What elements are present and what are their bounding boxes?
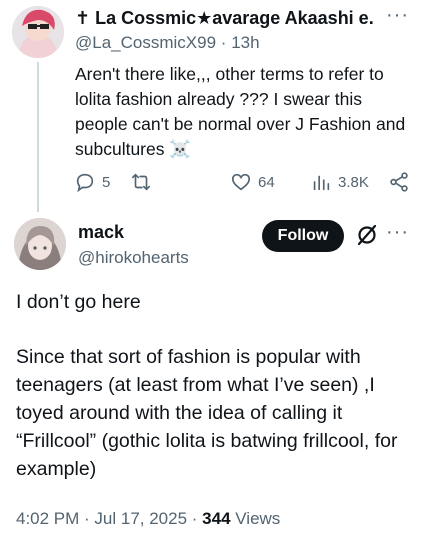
follow-button[interactable]: Follow (262, 220, 344, 252)
parent-display-name[interactable]: ✝ La Cossmic★avarage Akaashi e... (75, 8, 375, 29)
retweet-icon (131, 173, 151, 191)
parent-actions: 5 64 3.8K (74, 170, 414, 194)
retweet-button[interactable] (130, 170, 158, 194)
main-more-icon[interactable]: ··· (386, 221, 409, 244)
parent-more-icon[interactable]: ··· (386, 4, 409, 27)
meta-separator: · (220, 33, 227, 52)
like-count: 64 (258, 173, 275, 191)
parent-tweet[interactable]: ✝ La Cossmic★avarage Akaashi e... ··· @L… (0, 0, 425, 212)
like-icon (231, 173, 251, 191)
views-number: 344 (202, 509, 231, 528)
parent-handle[interactable]: @La_CossmicX99 (75, 33, 216, 52)
parent-meta: @La_CossmicX99 · 13h (75, 33, 260, 53)
thread-line (37, 62, 39, 212)
views-icon (313, 175, 330, 191)
main-display-name[interactable]: mack (78, 222, 124, 243)
reply-button[interactable]: 5 (74, 170, 110, 194)
share-button[interactable] (388, 170, 410, 194)
main-tweet-paragraph-1: I don’t go here (16, 291, 141, 313)
main-tweet-paragraph-2: Since that sort of fashion is popular wi… (16, 346, 398, 480)
views-count: 3.8K (338, 173, 369, 191)
views-button[interactable]: 3.8K (310, 170, 369, 194)
views-label: Views (230, 509, 281, 528)
tweet-timestamp[interactable]: 4:02 PM · Jul 17, 2025 · (16, 509, 202, 528)
main-avatar[interactable] (14, 218, 66, 270)
tweet-page: ✝ La Cossmic★avarage Akaashi e... ··· @L… (0, 0, 425, 548)
parent-time[interactable]: 13h (231, 33, 259, 52)
tweet-footer: 4:02 PM · Jul 17, 2025 · 344 Views (16, 509, 280, 529)
reply-count: 5 (102, 173, 111, 191)
share-icon (390, 172, 408, 192)
parent-tweet-text: Aren't there like,,, other terms to refe… (75, 64, 406, 159)
main-handle[interactable]: @hirokohearts (78, 248, 189, 268)
like-button[interactable]: 64 (230, 170, 275, 194)
reply-icon (76, 173, 94, 193)
parent-avatar[interactable] (12, 6, 64, 58)
grok-icon[interactable] (355, 223, 379, 247)
